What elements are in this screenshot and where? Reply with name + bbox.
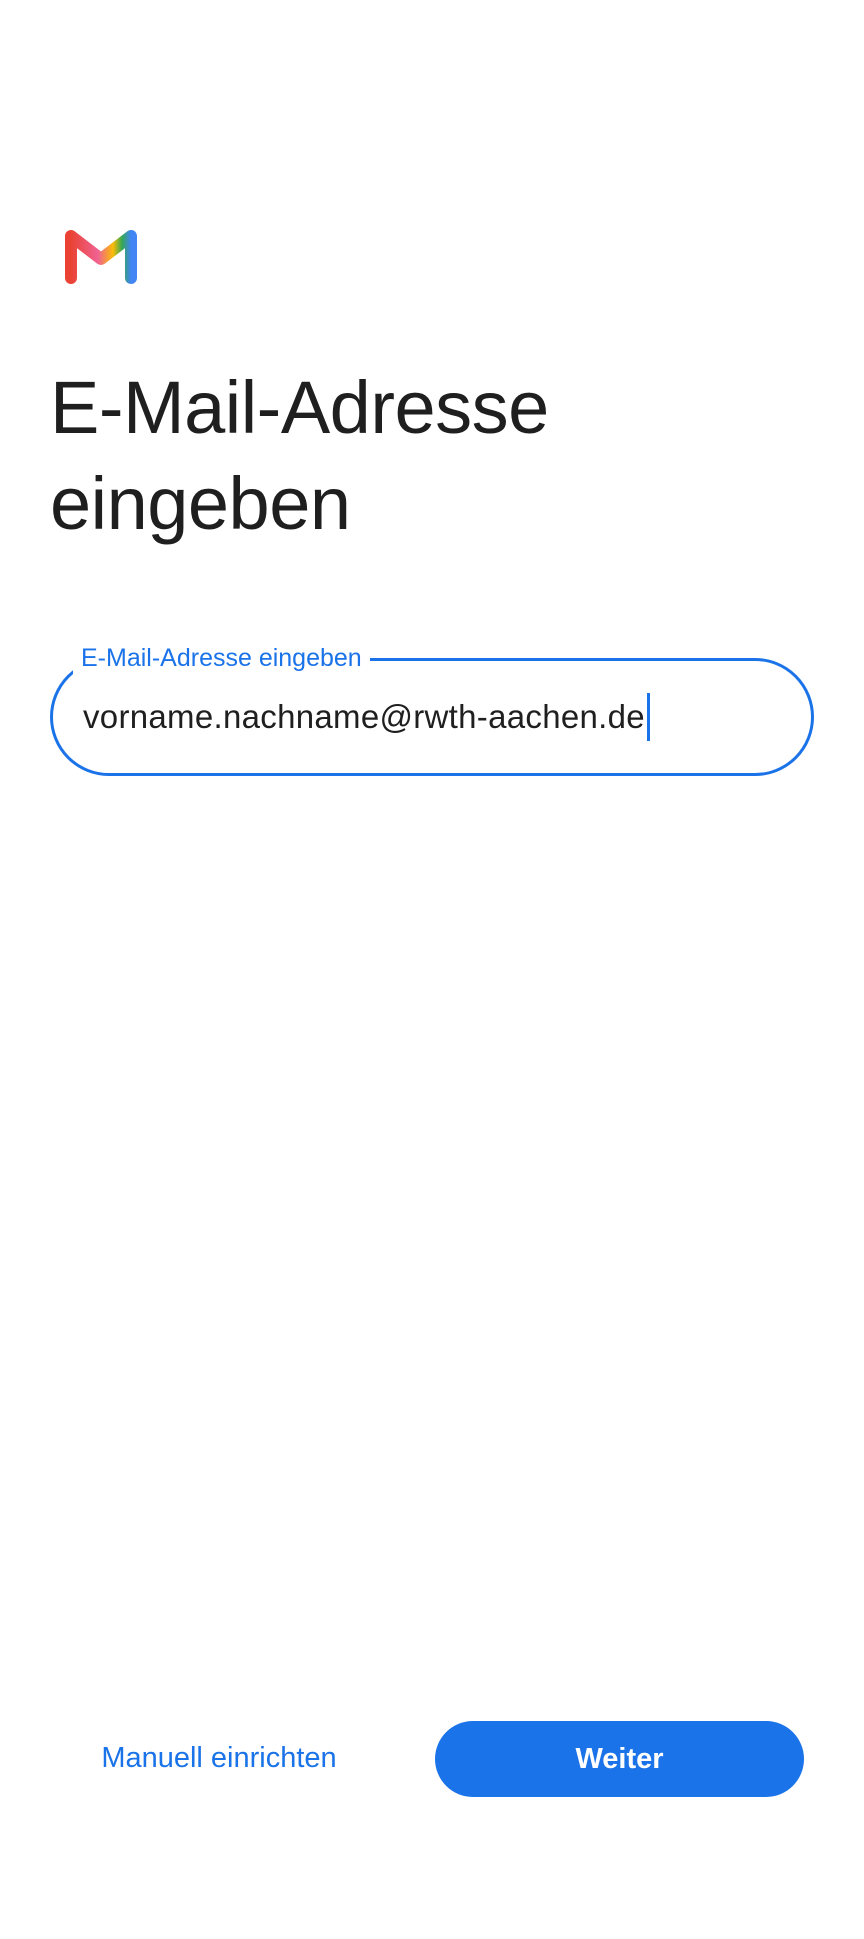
next-button[interactable]: Weiter [435,1721,804,1797]
email-field-value-container[interactable]: vorname.nachname@rwth-aachen.de [83,661,650,773]
page-title-line-1: E-Mail-Adresse [50,366,549,449]
email-field[interactable]: E-Mail-Adresse eingeben vorname.nachname… [50,640,814,776]
page-title-line-2: eingeben [50,462,351,545]
gmail-logo-icon [64,226,138,284]
email-input-value[interactable]: vorname.nachname@rwth-aachen.de [83,698,645,736]
page-title: E-Mail-Adresse eingeben [50,360,750,552]
text-cursor [646,693,650,741]
manual-setup-button[interactable]: Manuell einrichten [66,1720,372,1796]
